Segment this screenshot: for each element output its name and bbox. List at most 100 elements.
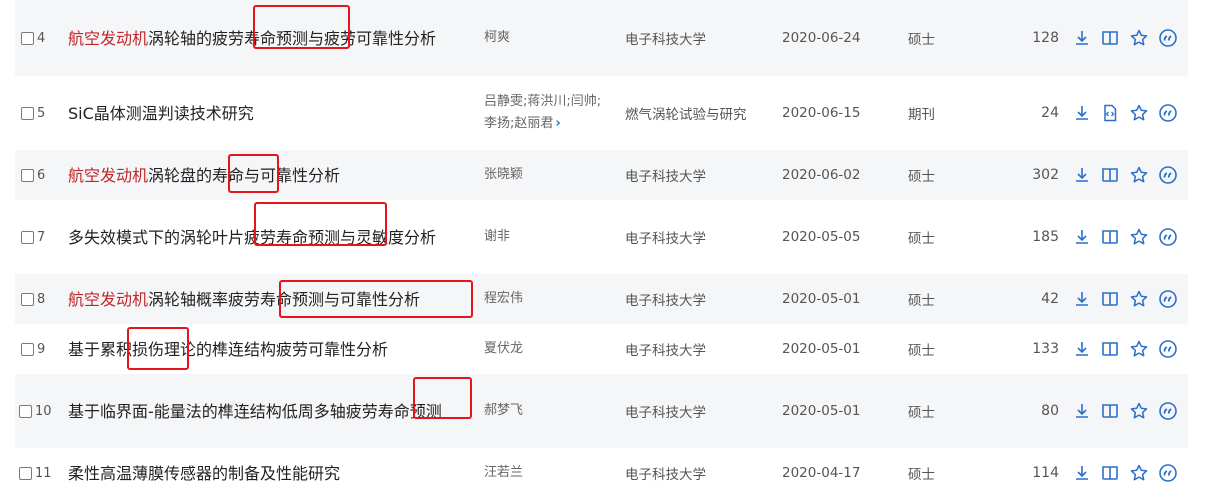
title-keyword: 航空发动机 [68,289,149,309]
author-link[interactable]: 吕静雯;蒋洪川;闫帅;李扬;赵丽君 › [484,91,614,135]
row-number: 10 [35,403,52,419]
paper-title-link[interactable]: 航空发动机涡轮轴概率疲劳寿命预测与可靠性分析 [68,288,420,311]
quote-icon[interactable] [1158,289,1178,309]
download-icon[interactable] [1072,339,1092,359]
paper-title-link[interactable]: SiC晶体测温判读技术研究 [68,102,254,125]
database-type: 硕士 [908,405,935,421]
publish-date: 2020-05-01 [782,403,861,419]
paper-title-link[interactable]: 航空发动机涡轮轴的疲劳寿命预测与疲劳可靠性分析 [68,27,436,50]
row-checkbox[interactable] [21,168,34,182]
database-type: 硕士 [908,231,935,247]
book-icon[interactable] [1100,289,1120,309]
row-checkbox[interactable] [21,31,34,45]
favorite-star-icon[interactable] [1129,289,1149,309]
download-icon[interactable] [1072,28,1092,48]
favorite-star-icon[interactable] [1129,339,1149,359]
table-row: 4 航空发动机涡轮轴的疲劳寿命预测与疲劳可靠性分析 柯爽 电子科技大学 2020… [15,0,1188,76]
author-link[interactable]: 郝梦飞 [484,400,523,422]
row-number: 4 [37,30,46,46]
row-checkbox[interactable] [21,106,34,120]
download-count: 42 [1041,291,1059,307]
download-icon[interactable] [1072,227,1092,247]
download-count: 24 [1041,105,1059,121]
author-link[interactable]: 夏伏龙 [484,338,523,360]
source-link[interactable]: 电子科技大学 [625,150,775,200]
quote-icon[interactable] [1158,28,1178,48]
paper-title-link[interactable]: 基于累积损伤理论的榫连结构疲劳可靠性分析 [68,338,388,361]
download-count: 185 [1032,229,1059,245]
row-checkbox[interactable] [21,292,34,306]
paper-title-link[interactable]: 柔性高温薄膜传感器的制备及性能研究 [68,462,340,485]
table-row: 8 航空发动机涡轮轴概率疲劳寿命预测与可靠性分析 程宏伟 电子科技大学 2020… [15,274,1188,324]
row-number: 6 [37,167,46,183]
download-icon[interactable] [1072,463,1092,483]
download-icon[interactable] [1072,165,1092,185]
publish-date: 2020-05-05 [782,229,861,245]
favorite-star-icon[interactable] [1129,463,1149,483]
author-link[interactable]: 汪若兰 [484,462,523,484]
table-row: 7 多失效模式下的涡轮叶片疲劳寿命预测与灵敏度分析 谢非 电子科技大学 2020… [15,200,1188,274]
quote-icon[interactable] [1158,401,1178,421]
quote-icon[interactable] [1158,165,1178,185]
more-authors-icon[interactable]: › [555,116,560,131]
favorite-star-icon[interactable] [1129,103,1149,123]
row-checkbox[interactable] [19,466,32,480]
quote-icon[interactable] [1158,339,1178,359]
author-link[interactable]: 程宏伟 [484,288,523,310]
database-type: 期刊 [908,107,935,123]
author-link[interactable]: 柯爽 [484,27,510,49]
publish-date: 2020-05-01 [782,341,861,357]
favorite-star-icon[interactable] [1129,401,1149,421]
row-checkbox[interactable] [21,230,34,244]
row-number: 8 [37,291,46,307]
row-number: 5 [37,105,46,121]
book-icon[interactable] [1100,463,1120,483]
favorite-star-icon[interactable] [1129,227,1149,247]
table-row: 10 基于临界面-能量法的榫连结构低周多轴疲劳寿命预测 郝梦飞 电子科技大学 2… [15,374,1188,448]
publish-date: 2020-06-24 [782,30,861,46]
download-count: 114 [1032,465,1059,481]
book-icon[interactable] [1100,227,1120,247]
download-icon[interactable] [1072,401,1092,421]
row-number: 11 [35,465,52,481]
source-link[interactable]: 电子科技大学 [625,200,775,274]
title-keyword: 航空发动机 [68,28,149,48]
publish-date: 2020-05-01 [782,291,861,307]
quote-icon[interactable] [1158,463,1178,483]
source-link[interactable]: 燃气涡轮试验与研究 [625,76,775,150]
quote-icon[interactable] [1158,227,1178,247]
database-type: 硕士 [908,467,935,483]
row-checkbox[interactable] [19,404,32,418]
book-icon[interactable] [1100,28,1120,48]
download-icon[interactable] [1072,103,1092,123]
paper-title-link[interactable]: 航空发动机涡轮盘的寿命与可靠性分析 [68,164,340,187]
source-link[interactable]: 电子科技大学 [625,0,775,76]
paper-title-link[interactable]: 多失效模式下的涡轮叶片疲劳寿命预测与灵敏度分析 [68,226,436,249]
download-icon[interactable] [1072,289,1092,309]
row-checkbox[interactable] [21,342,34,356]
author-link[interactable]: 张晓颖 [484,164,523,186]
title-keyword: 航空发动机 [68,165,149,185]
database-type: 硕士 [908,32,935,48]
download-count: 128 [1032,30,1059,46]
author-link[interactable]: 谢非 [484,226,510,248]
source-link[interactable]: 电子科技大学 [625,274,775,324]
publish-date: 2020-06-02 [782,167,861,183]
quote-icon[interactable] [1158,103,1178,123]
html-reader-icon[interactable] [1100,103,1120,123]
book-icon[interactable] [1100,339,1120,359]
source-link[interactable]: 电子科技大学 [625,324,775,374]
download-count: 133 [1032,341,1059,357]
book-icon[interactable] [1100,165,1120,185]
source-link[interactable]: 电子科技大学 [625,448,775,498]
database-type: 硕士 [908,169,935,185]
publish-date: 2020-04-17 [782,465,861,481]
database-type: 硕士 [908,293,935,309]
favorite-star-icon[interactable] [1129,165,1149,185]
source-link[interactable]: 电子科技大学 [625,374,775,448]
favorite-star-icon[interactable] [1129,28,1149,48]
book-icon[interactable] [1100,401,1120,421]
table-row: 9 基于累积损伤理论的榫连结构疲劳可靠性分析 夏伏龙 电子科技大学 2020-0… [15,324,1188,374]
paper-title-link[interactable]: 基于临界面-能量法的榫连结构低周多轴疲劳寿命预测 [68,400,442,423]
table-row: 11 柔性高温薄膜传感器的制备及性能研究 汪若兰 电子科技大学 2020-04-… [15,448,1188,498]
